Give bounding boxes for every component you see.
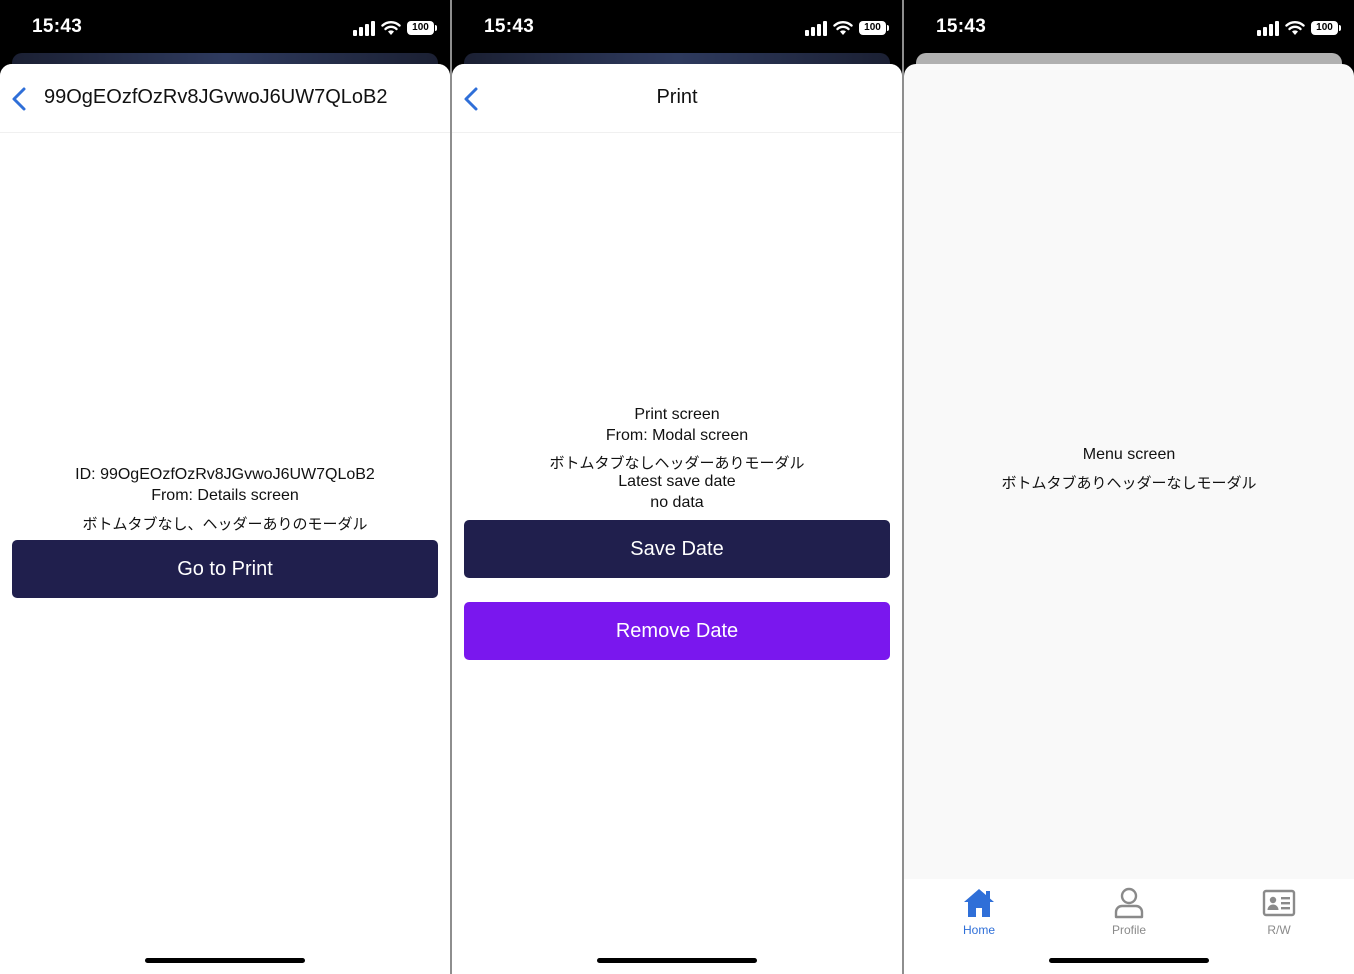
battery-level: 100: [412, 22, 429, 33]
modal-header: 99OgEOzfOzRv8JGvwoJ6UW7QLoB2: [0, 64, 450, 133]
phone-menu-screen: 15:43 100 Menu screen ボトムタブありヘッダーなしモーダル …: [904, 0, 1354, 974]
save-date-value: no data: [650, 494, 704, 511]
screenshot-collage: 15:43 100 99OgEOzfOzRv8JGvwoJ6UW7QLoB2 I…: [0, 0, 1354, 974]
screen-name-text: Menu screen: [1082, 446, 1176, 463]
save-date-button[interactable]: Save Date: [464, 520, 890, 578]
status-time: 15:43: [484, 16, 535, 37]
modal-header: Print: [452, 64, 902, 133]
tab-profile[interactable]: Profile: [1079, 887, 1179, 937]
from-text: From: Details screen: [151, 487, 299, 504]
status-icons: 100: [1257, 18, 1341, 38]
wifi-icon: [833, 21, 853, 35]
home-indicator: [597, 958, 757, 963]
modal-sheet: Menu screen ボトムタブありヘッダーなしモーダル Home Profi…: [904, 64, 1354, 974]
status-bar: 15:43 100: [452, 0, 902, 56]
modal-description: ボトムタブありヘッダーなしモーダル: [1001, 475, 1257, 492]
back-chevron-icon[interactable]: [10, 86, 28, 112]
id-card-icon: [1262, 889, 1296, 917]
status-bar: 15:43 100: [904, 0, 1354, 56]
status-icons: 100: [353, 18, 437, 38]
cellular-signal-icon: [1257, 21, 1279, 36]
modal-description: ボトムタブなしヘッダーありモーダル: [549, 455, 805, 472]
person-icon: [1114, 887, 1144, 919]
home-indicator: [1049, 958, 1209, 963]
remove-date-button[interactable]: Remove Date: [464, 602, 890, 660]
phone-details-modal: 15:43 100 99OgEOzfOzRv8JGvwoJ6UW7QLoB2 I…: [0, 0, 450, 974]
status-bar: 15:43 100: [0, 0, 450, 56]
battery-icon: 100: [1311, 21, 1341, 35]
battery-level: 100: [864, 22, 881, 33]
status-time: 15:43: [936, 16, 987, 37]
tab-rw[interactable]: R/W: [1229, 887, 1329, 937]
battery-level: 100: [1316, 22, 1333, 33]
modal-description: ボトムタブなし、ヘッダーありのモーダル: [82, 516, 368, 533]
status-time: 15:43: [32, 16, 83, 37]
wifi-icon: [1285, 21, 1305, 35]
header-title: 99OgEOzfOzRv8JGvwoJ6UW7QLoB2: [44, 86, 388, 108]
from-text: From: Modal screen: [605, 427, 749, 444]
modal-sheet: Print Print screen From: Modal screen ボト…: [452, 64, 902, 974]
id-text: ID: 99OgEOzfOzRv8JGvwoJ6UW7QLoB2: [75, 466, 375, 483]
status-icons: 100: [805, 18, 889, 38]
battery-icon: 100: [859, 21, 889, 35]
go-to-print-button[interactable]: Go to Print: [12, 540, 438, 598]
tab-home-label: Home: [962, 923, 995, 937]
battery-icon: 100: [407, 21, 437, 35]
screen-name-text: Print screen: [634, 406, 720, 423]
home-icon: [964, 889, 994, 917]
phone-print-screen: 15:43 100 Print Print screen From: Modal…: [452, 0, 902, 974]
wifi-icon: [381, 21, 401, 35]
latest-save-date-label: Latest save date: [618, 473, 736, 490]
header-title: Print: [656, 86, 698, 108]
cellular-signal-icon: [353, 21, 375, 36]
home-indicator: [145, 958, 305, 963]
tab-home[interactable]: Home: [929, 887, 1029, 937]
tab-rw-label: R/W: [1267, 923, 1291, 937]
cellular-signal-icon: [805, 21, 827, 36]
tab-profile-label: Profile: [1111, 923, 1146, 937]
modal-sheet: 99OgEOzfOzRv8JGvwoJ6UW7QLoB2 ID: 99OgEOz…: [0, 64, 450, 974]
